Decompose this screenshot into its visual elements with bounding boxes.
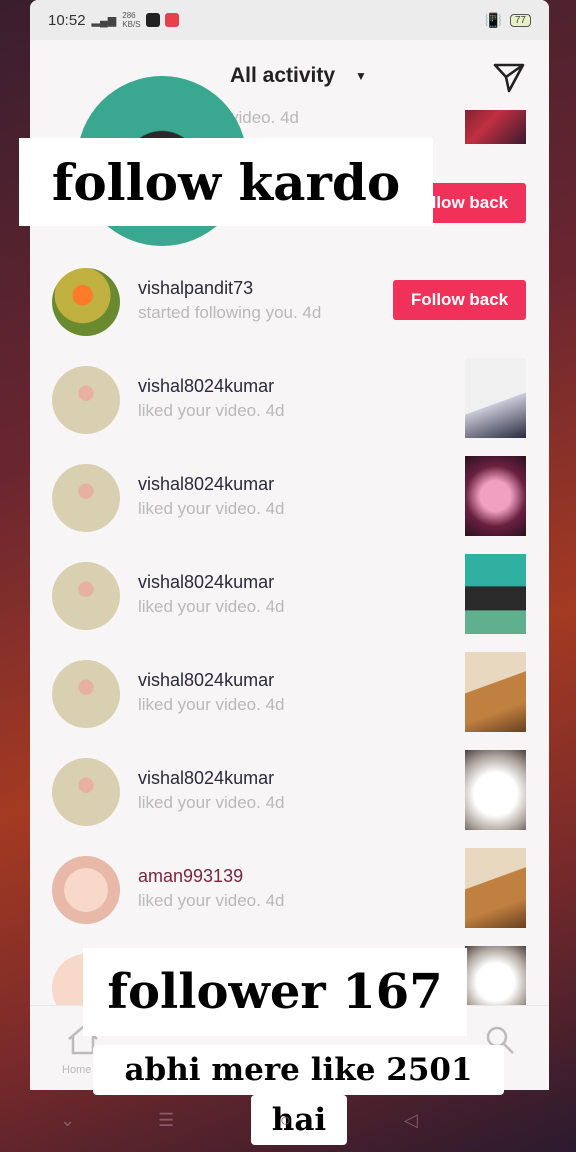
activity-action: liked your video. 4d xyxy=(138,891,285,910)
signal-icon: ▂▄▆ xyxy=(91,14,117,27)
video-thumbnail[interactable] xyxy=(465,750,526,830)
caption-likes: abhi mere like 2501 xyxy=(93,1045,504,1095)
video-thumbnail[interactable] xyxy=(465,848,526,928)
direct-message-icon[interactable] xyxy=(492,60,526,94)
activity-action: liked your video. 4d xyxy=(138,401,285,420)
caption-follow: follow kardo xyxy=(19,138,433,226)
avatar[interactable] xyxy=(52,562,120,630)
activity-username[interactable]: aman993139 xyxy=(138,866,243,887)
nav-home-label[interactable]: Home xyxy=(62,1064,91,1076)
video-thumbnail[interactable] xyxy=(465,554,526,634)
activity-action: liked your video. 4d xyxy=(138,695,285,714)
chevron-down-icon[interactable]: ▼ xyxy=(355,69,367,83)
activity-action: started following you. 4d xyxy=(138,303,322,322)
activity-username[interactable]: vishal8024kumar xyxy=(138,474,274,495)
video-thumbnail[interactable] xyxy=(465,456,526,536)
app-notification-icon xyxy=(164,13,179,27)
list-item[interactable]: aman993139 liked your video. 4d xyxy=(30,844,549,934)
avatar[interactable] xyxy=(52,660,120,728)
network-speed: 286 KB/S xyxy=(122,11,141,29)
video-thumbnail[interactable] xyxy=(465,946,526,1006)
caption-followers: follower 167 xyxy=(83,948,467,1036)
vibrate-icon: 📳 xyxy=(484,11,502,28)
follow-back-button[interactable]: Follow back xyxy=(393,280,526,320)
tiktok-notification-icon xyxy=(145,13,160,27)
list-item[interactable]: vishal8024kumar liked your video. 4d xyxy=(30,354,549,444)
activity-action: video. 4d xyxy=(230,108,299,127)
activity-username[interactable]: vishal8024kumar xyxy=(138,572,274,593)
activity-action: liked your video. 4d xyxy=(138,793,285,812)
activity-username[interactable]: vishalpandit73 xyxy=(138,278,253,299)
activity-username[interactable]: vishal8024kumar xyxy=(138,670,274,691)
video-thumbnail[interactable] xyxy=(465,652,526,732)
list-item[interactable]: vishal8024kumar liked your video. 4d xyxy=(30,550,549,640)
avatar[interactable] xyxy=(52,366,120,434)
status-bar: 10:52 ▂▄▆ 286 KB/S 📳 77 xyxy=(30,0,549,40)
activity-action: liked your video. 4d xyxy=(138,499,285,518)
list-item[interactable]: vishal8024kumar liked your video. 4d xyxy=(30,648,549,738)
home-button-icon[interactable]: ○ xyxy=(280,1110,291,1131)
list-item[interactable]: vishalpandit73 started following you. 4d… xyxy=(30,256,549,346)
avatar[interactable] xyxy=(52,464,120,532)
activity-username[interactable]: vishal8024kumar xyxy=(138,376,274,397)
avatar[interactable] xyxy=(52,268,120,336)
menu-icon[interactable]: ☰ xyxy=(158,1110,174,1131)
battery-indicator: 77 xyxy=(509,13,531,27)
chevron-down-icon[interactable]: ⌄ xyxy=(60,1110,75,1131)
page-title[interactable]: All activity xyxy=(230,64,335,88)
avatar[interactable] xyxy=(52,758,120,826)
activity-action: liked your video. 4d xyxy=(138,597,285,616)
video-thumbnail[interactable] xyxy=(465,358,526,438)
list-item[interactable]: vishal8024kumar liked your video. 4d xyxy=(30,746,549,836)
system-nav-bar: ⌄ ☰ ○ ◁ xyxy=(0,1090,576,1152)
back-icon[interactable]: ◁ xyxy=(404,1110,418,1131)
activity-username[interactable]: vishal8024kumar xyxy=(138,768,274,789)
avatar[interactable] xyxy=(52,856,120,924)
status-time: 10:52 xyxy=(48,11,86,29)
list-item[interactable]: vishal8024kumar liked your video. 4d xyxy=(30,452,549,542)
